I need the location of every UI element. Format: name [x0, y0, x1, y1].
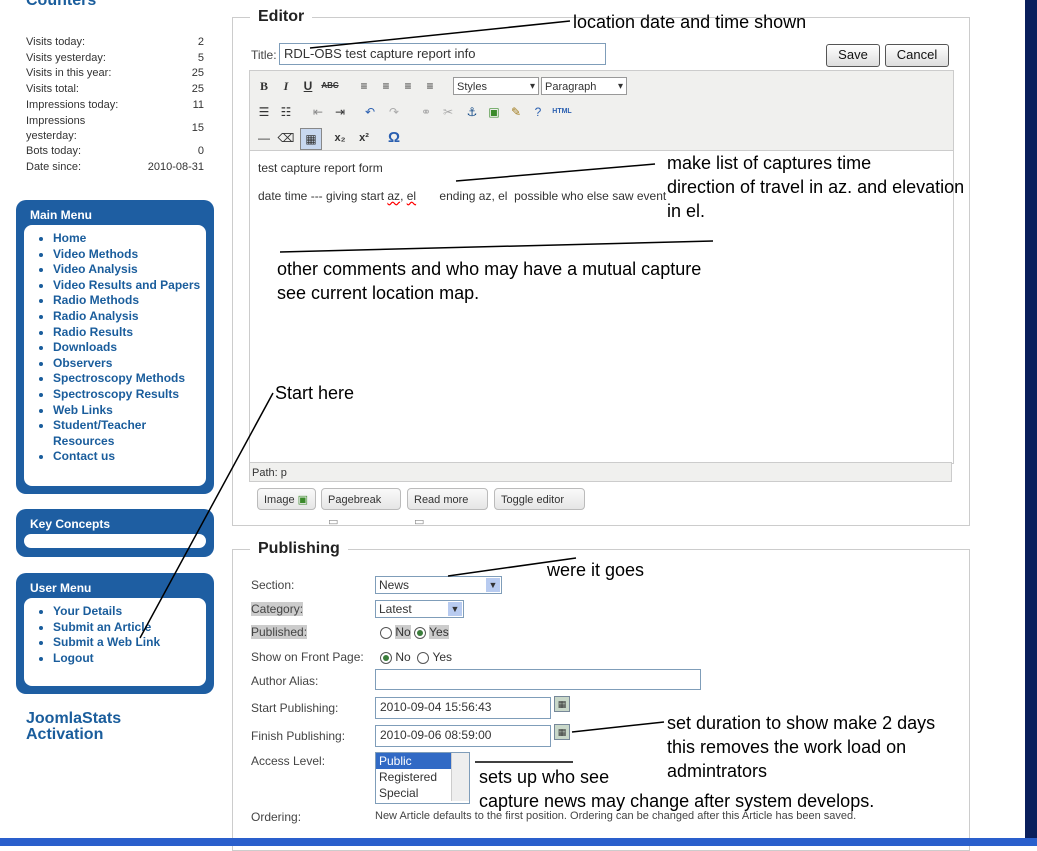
window-edge [1025, 0, 1037, 846]
annotation-list: direction of travel in az. and elevation [667, 177, 965, 197]
annotation-duration: this removes the work load on [667, 737, 907, 757]
annotation-list: in el. [667, 201, 706, 221]
annotation-start-here: Start here [275, 383, 355, 403]
annotation-comments: see current location map. [277, 283, 480, 303]
taskbar [0, 838, 1037, 846]
annotation-duration: admintrators [667, 761, 768, 781]
annotation-list: make list of captures time [667, 153, 872, 173]
annotation-access: capture news may change after system dev… [479, 791, 875, 811]
annotation-location: location date and time shown [573, 12, 807, 32]
annotation-where: were it goes [547, 560, 645, 580]
annotation-duration: set duration to show make 2 days [667, 713, 936, 733]
annotation-access: sets up who see [479, 767, 610, 787]
annotation-comments: other comments and who may have a mutual… [277, 259, 702, 279]
